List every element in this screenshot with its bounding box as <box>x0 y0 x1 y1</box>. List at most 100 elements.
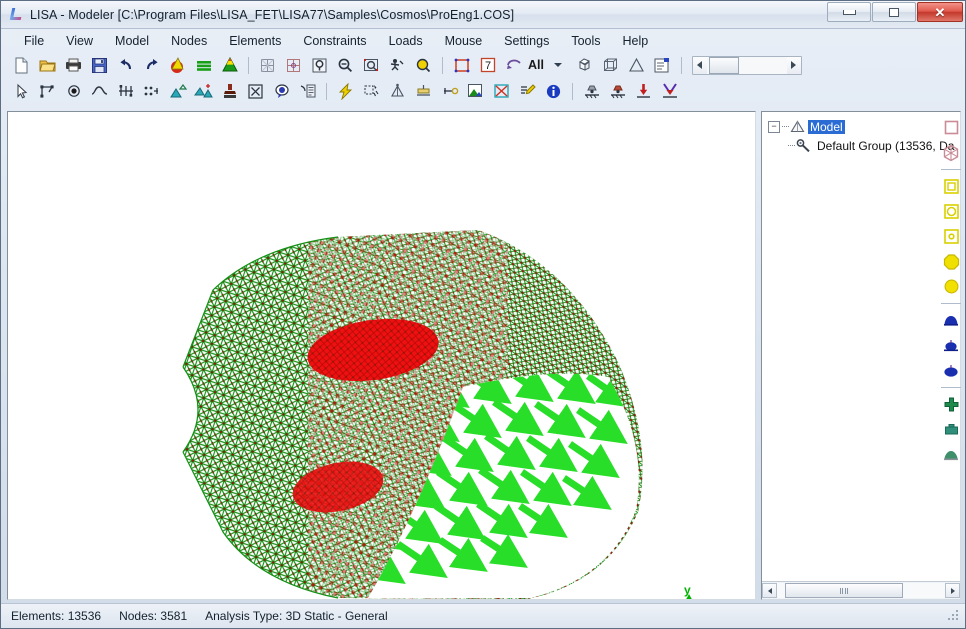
circle-filled-button[interactable] <box>939 274 963 299</box>
support-roller-button[interactable] <box>605 79 630 103</box>
menu-settings[interactable]: Settings <box>493 31 560 51</box>
mesh-x-button[interactable] <box>489 79 514 103</box>
layer-number-icon: 7 <box>480 57 495 73</box>
node-polyline-button[interactable] <box>35 79 60 103</box>
extrude-up-button[interactable] <box>165 79 190 103</box>
tree-scroll-track[interactable] <box>777 583 945 598</box>
menu-constraints[interactable]: Constraints <box>292 31 377 51</box>
model-viewport[interactable]: y y x z <box>7 111 756 600</box>
menu-loads[interactable]: Loads <box>378 31 434 51</box>
select-box-button[interactable] <box>449 53 474 77</box>
mesh-divide-button[interactable] <box>113 79 138 103</box>
dome-medium-button[interactable] <box>939 333 963 358</box>
tree-scroll-thumb[interactable] <box>785 583 903 598</box>
green-cross-button[interactable] <box>939 392 963 417</box>
menu-mouse[interactable]: Mouse <box>434 31 494 51</box>
menu-model[interactable]: Model <box>104 31 160 51</box>
zoom-in-button[interactable] <box>333 53 358 77</box>
save-button[interactable] <box>87 53 112 77</box>
tree-node-default-group[interactable]: Default Group (13536, Da <box>768 136 960 155</box>
zoom-fit-button[interactable] <box>385 53 410 77</box>
menu-tools[interactable]: Tools <box>560 31 611 51</box>
tree-label-model[interactable]: Model <box>808 119 845 134</box>
all-scope-label[interactable]: All <box>527 58 545 72</box>
minimize-button[interactable] <box>827 2 871 22</box>
support-button[interactable] <box>411 79 436 103</box>
undo-button[interactable] <box>113 53 138 77</box>
menu-help[interactable]: Help <box>612 31 660 51</box>
close-button[interactable]: ✕ <box>917 2 963 22</box>
zoom-dynamic-button[interactable] <box>411 53 436 77</box>
menu-nodes[interactable]: Nodes <box>160 31 218 51</box>
circle-filled-yellow-icon <box>944 279 958 294</box>
properties-button[interactable] <box>650 53 675 77</box>
circle-in-square-button[interactable] <box>939 199 963 224</box>
redo-button[interactable] <box>139 53 164 77</box>
square-outline-button[interactable] <box>939 174 963 199</box>
view-box-button[interactable] <box>281 53 306 77</box>
node-spacing-button[interactable] <box>139 79 164 103</box>
solve-button[interactable] <box>165 53 190 77</box>
results-bars-button[interactable] <box>191 53 216 77</box>
list-properties-button[interactable] <box>295 79 320 103</box>
print-button[interactable] <box>61 53 86 77</box>
octagon-outline-button[interactable] <box>939 249 963 274</box>
view-wireframe-button[interactable] <box>255 53 280 77</box>
green-dome-button[interactable] <box>939 442 963 467</box>
tree-scroll-left-button[interactable] <box>762 583 777 598</box>
pointer-select-button[interactable] <box>9 79 34 103</box>
zoom-region-button[interactable] <box>359 53 384 77</box>
zoom-dynamic-icon <box>416 58 431 72</box>
lightning-button[interactable] <box>333 79 358 103</box>
tree-horizontal-scrollbar[interactable] <box>762 581 960 599</box>
info-circle-button[interactable] <box>541 79 566 103</box>
edit-lines-button[interactable] <box>515 79 540 103</box>
maximize-button[interactable] <box>872 2 916 22</box>
menu-file[interactable]: File <box>13 31 55 51</box>
tree-label-default-group[interactable]: Default Group (13536, Da <box>815 139 956 153</box>
zoom-window-icon <box>312 58 327 72</box>
tree-expander-icon[interactable]: − <box>768 120 780 133</box>
select-region-button[interactable] <box>359 79 384 103</box>
toolbar-slider[interactable] <box>691 55 802 75</box>
slider-thumb[interactable] <box>708 56 739 74</box>
dome-large-button[interactable] <box>939 358 963 383</box>
curve-button[interactable] <box>87 79 112 103</box>
solid-hex-mesh-button[interactable] <box>939 140 963 165</box>
open-file-button[interactable] <box>35 53 60 77</box>
delete-button[interactable] <box>243 79 268 103</box>
slider-left-button[interactable] <box>692 56 707 74</box>
shade-region-button[interactable] <box>463 79 488 103</box>
contour-button[interactable] <box>217 53 242 77</box>
cube-wire-button[interactable] <box>598 53 623 77</box>
tree-node-model[interactable]: − Model <box>768 117 960 136</box>
small-circle-square-button[interactable] <box>939 224 963 249</box>
model-tree-panel[interactable]: − Model Default Group (13536, Da <box>761 111 961 600</box>
force-down-button[interactable] <box>631 79 656 103</box>
layer-number-button[interactable]: 7 <box>475 53 500 77</box>
info-balloon-button[interactable] <box>269 79 294 103</box>
triangle-outline-button[interactable] <box>624 53 649 77</box>
support-fixed-button[interactable] <box>579 79 604 103</box>
menu-view[interactable]: View <box>55 31 104 51</box>
all-dropdown-button[interactable] <box>546 53 571 77</box>
green-box-button[interactable] <box>939 417 963 442</box>
extrude-add-button[interactable] <box>191 79 216 103</box>
slider-track[interactable] <box>706 56 787 74</box>
extrude-up-icon <box>169 84 187 98</box>
resize-grip-icon[interactable] <box>947 609 961 623</box>
slider-right-button[interactable] <box>786 56 801 74</box>
cube-solid-button[interactable] <box>572 53 597 77</box>
new-file-button[interactable] <box>9 53 34 77</box>
node-point-button[interactable] <box>61 79 86 103</box>
plate-square-button[interactable] <box>939 115 963 140</box>
menu-elements[interactable]: Elements <box>218 31 292 51</box>
info-balloon-icon <box>274 84 289 98</box>
zoom-window-button[interactable] <box>307 53 332 77</box>
link-button[interactable] <box>437 79 462 103</box>
constraint-triangle-button[interactable] <box>385 79 410 103</box>
all-arrow-button[interactable] <box>501 53 526 77</box>
force-vector-button[interactable] <box>657 79 682 103</box>
dome-small-button[interactable] <box>939 308 963 333</box>
material-stamp-button[interactable] <box>217 79 242 103</box>
